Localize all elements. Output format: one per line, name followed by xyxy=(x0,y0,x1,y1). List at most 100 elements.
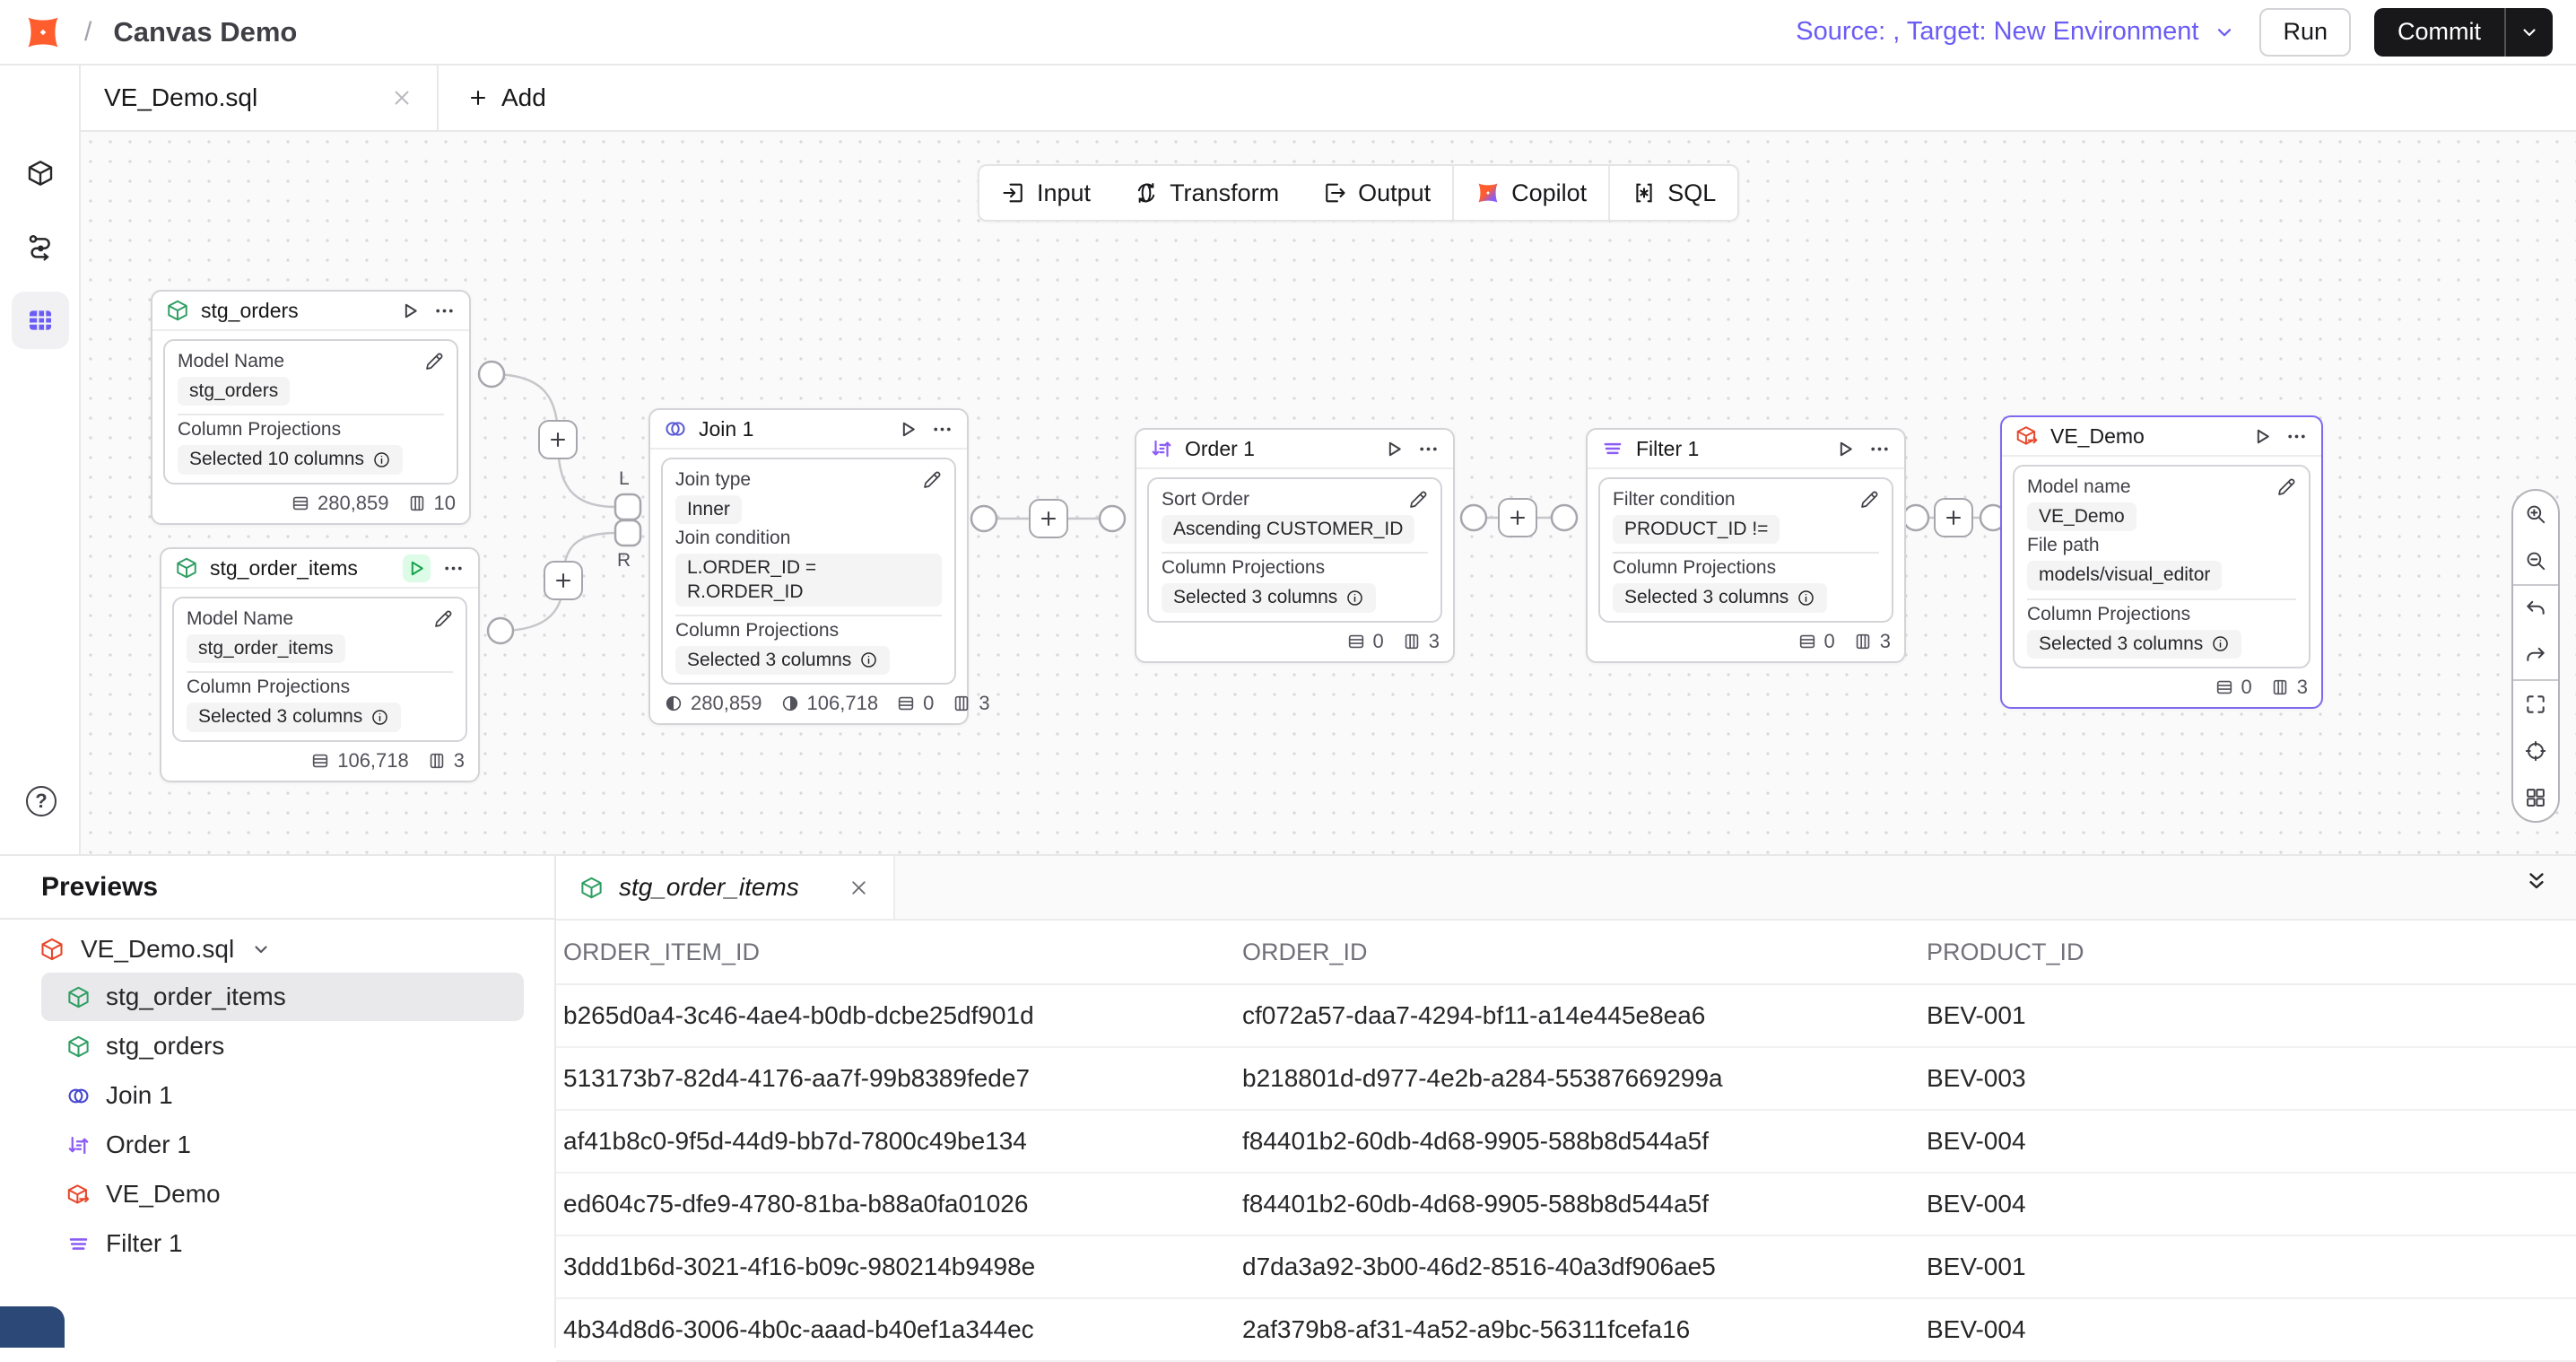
tree-item-filter-1[interactable]: Filter 1 xyxy=(41,1219,524,1268)
table-row[interactable]: af41b8c0-9f5d-44d9-bb7d-7800c49be134 f84… xyxy=(556,1111,2576,1174)
collapse-panel-button[interactable] xyxy=(2524,869,2549,894)
rail-item-lineage[interactable] xyxy=(12,218,69,275)
filter-icon xyxy=(1601,437,1624,460)
node-filter-1[interactable]: Filter 1 Filter condition PRODUCT_ID != … xyxy=(1586,428,1906,663)
commit-button[interactable]: Commit xyxy=(2374,8,2504,57)
environment-switcher[interactable]: Source: , Target: New Environment xyxy=(1796,17,2236,47)
info-icon[interactable] xyxy=(859,650,878,669)
node-menu-button[interactable] xyxy=(931,418,953,441)
node-menu-button[interactable] xyxy=(2285,425,2308,448)
node-stg-orders[interactable]: stg_orders Model Name stg_orders Column … xyxy=(151,290,471,525)
node-order-1[interactable]: Order 1 Sort Order Ascending CUSTOMER_ID… xyxy=(1135,428,1455,663)
projections-pill: Selected 3 columns xyxy=(675,646,890,675)
preview-tab-stg-order-items[interactable]: stg_order_items xyxy=(556,856,895,919)
edit-pencil-icon[interactable] xyxy=(921,469,943,491)
fit-view-button[interactable] xyxy=(2513,681,2558,728)
info-icon[interactable] xyxy=(1345,589,1364,607)
node-play-button[interactable] xyxy=(1834,438,1857,460)
rail-item-models[interactable] xyxy=(12,144,69,202)
redo-button[interactable] xyxy=(2513,633,2558,679)
close-icon[interactable] xyxy=(390,86,413,109)
run-button[interactable]: Run xyxy=(2259,8,2351,57)
right-input-row-count: 106,718 xyxy=(780,692,879,715)
table-row[interactable]: b265d0a4-3c46-4ae4-b0db-dcbe25df901d cf0… xyxy=(556,985,2576,1048)
edit-pencil-icon[interactable] xyxy=(2276,476,2297,498)
join-left-port[interactable] xyxy=(615,494,640,519)
edit-pencil-icon[interactable] xyxy=(432,608,454,630)
output-port[interactable] xyxy=(479,362,504,387)
tree-item-stg-orders[interactable]: stg_orders xyxy=(41,1022,524,1070)
node-menu-button[interactable] xyxy=(433,300,456,322)
toolbar-transform-button[interactable]: Transform xyxy=(1112,166,1301,220)
rail-item-visual-editor[interactable] xyxy=(12,292,69,349)
commit-split-button[interactable]: Commit xyxy=(2374,8,2553,57)
tree-item-ve-demo[interactable]: VE_Demo xyxy=(41,1170,524,1218)
node-join-1[interactable]: Join 1 Join type Inner Join condition L.… xyxy=(648,408,969,725)
tree-item-stg-order-items[interactable]: stg_order_items xyxy=(41,973,524,1021)
join-right-port[interactable] xyxy=(615,520,640,546)
page-title: Canvas Demo xyxy=(113,16,297,48)
tab-ve-demo-sql[interactable]: VE_Demo.sql xyxy=(81,65,439,130)
toolbar-output-button[interactable]: Output xyxy=(1301,166,1452,220)
node-menu-button[interactable] xyxy=(1868,438,1891,460)
param-label: Column Projections xyxy=(1613,557,1879,579)
output-port[interactable] xyxy=(488,618,513,643)
edge-add-button[interactable] xyxy=(1934,498,1973,537)
join-right-port-label: R xyxy=(617,550,631,572)
commit-menu-button[interactable] xyxy=(2504,8,2553,57)
node-play-button[interactable] xyxy=(1383,438,1405,460)
edit-pencil-icon[interactable] xyxy=(1407,489,1429,511)
node-play-button[interactable] xyxy=(399,300,422,322)
edit-pencil-icon[interactable] xyxy=(1858,489,1880,511)
tree-item-order-1[interactable]: Order 1 xyxy=(41,1121,524,1169)
node-play-button[interactable] xyxy=(403,554,431,582)
output-port[interactable] xyxy=(1461,505,1486,530)
cube-icon xyxy=(166,299,189,322)
zoom-out-button[interactable] xyxy=(2513,537,2558,584)
edit-pencil-icon[interactable] xyxy=(423,351,445,372)
edge-add-button[interactable] xyxy=(538,420,578,459)
table-row[interactable]: 3ddd1b6d-3021-4f16-b09c-980214b9498e d7d… xyxy=(556,1236,2576,1299)
undo-button[interactable] xyxy=(2513,586,2558,633)
info-icon[interactable] xyxy=(2211,634,2230,653)
layout-grid-button[interactable] xyxy=(2513,774,2558,821)
edge-add-button[interactable] xyxy=(544,561,583,600)
node-menu-button[interactable] xyxy=(442,557,465,580)
info-icon[interactable] xyxy=(372,450,391,469)
input-port[interactable] xyxy=(1552,505,1577,530)
info-icon[interactable] xyxy=(370,708,389,727)
node-play-button[interactable] xyxy=(897,418,919,441)
node-play-button[interactable] xyxy=(2251,425,2274,448)
chevron-down-icon[interactable] xyxy=(250,939,272,960)
table-row[interactable]: 4b34d8d6-3006-4b0c-aaad-b40ef1a344ec 2af… xyxy=(556,1299,2576,1362)
add-tab-button[interactable]: Add xyxy=(439,65,575,130)
toolbar-sql-button[interactable]: SQL xyxy=(1610,166,1737,220)
node-ve-demo[interactable]: VE_Demo Model name VE_Demo File path mod… xyxy=(2000,415,2323,709)
cell: 3ddd1b6d-3021-4f16-b09c-980214b9498e xyxy=(563,1253,1242,1281)
projections-pill: Selected 10 columns xyxy=(178,445,403,474)
tree-item-join-1[interactable]: Join 1 xyxy=(41,1071,524,1120)
chat-widget-button[interactable] xyxy=(0,1306,65,1348)
info-icon[interactable] xyxy=(1797,589,1815,607)
sql-icon xyxy=(1632,180,1657,205)
table-row[interactable]: ed604c75-dfe9-4780-81ba-b88a0fa01026 f84… xyxy=(556,1174,2576,1236)
node-stg-order-items[interactable]: stg_order_items Model Name stg_order_ite… xyxy=(160,547,480,782)
table-row[interactable]: 513173b7-82d4-4176-aa7f-99b8389fede7 b21… xyxy=(556,1048,2576,1111)
node-menu-button[interactable] xyxy=(1417,438,1440,460)
canvas[interactable]: L R Input Transform Output Copilot SQL xyxy=(81,132,2576,854)
output-port[interactable] xyxy=(971,506,996,531)
zoom-in-button[interactable] xyxy=(2513,491,2558,537)
input-port[interactable] xyxy=(1100,506,1125,531)
help-button[interactable]: ? xyxy=(26,786,57,816)
edge-add-button[interactable] xyxy=(1498,498,1537,537)
param-label: Column Projections xyxy=(2027,604,2296,625)
edge-add-button[interactable] xyxy=(1029,499,1068,538)
tree-root-ve-demo-sql[interactable]: VE_Demo.sql xyxy=(0,927,554,972)
center-view-button[interactable] xyxy=(2513,728,2558,774)
output-port[interactable] xyxy=(1903,505,1928,530)
preview-area: stg_order_items ORDER_ITEM_ID ORDER_ID P… xyxy=(556,854,2576,1348)
node-title: stg_orders xyxy=(201,299,299,323)
toolbar-copilot-button[interactable]: Copilot xyxy=(1454,166,1608,220)
close-icon[interactable] xyxy=(848,877,870,899)
toolbar-input-button[interactable]: Input xyxy=(979,166,1112,220)
